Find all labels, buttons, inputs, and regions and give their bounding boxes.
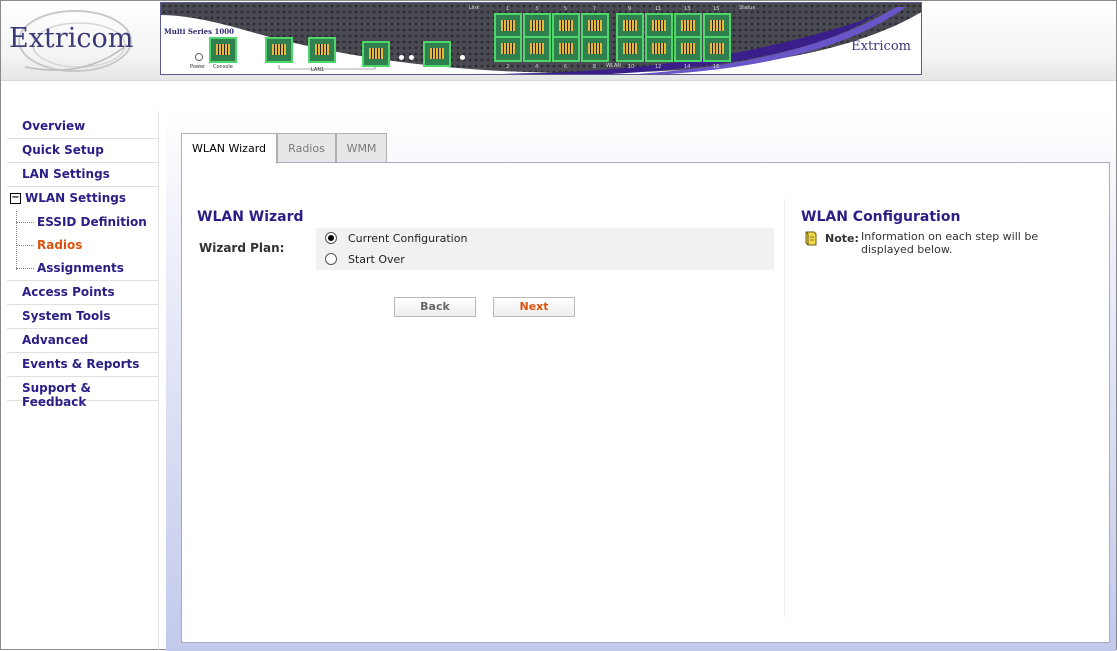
sidebar-item-events-reports[interactable]: Events & Reports: [7, 353, 159, 377]
wlan-port-6-icon: [552, 36, 580, 62]
sidebar-divider: [158, 111, 159, 651]
power-led-icon: [195, 53, 203, 61]
radio-current-configuration[interactable]: [325, 232, 337, 244]
sidebar-item-label: Advanced: [22, 333, 89, 347]
option-label: Start Over: [348, 253, 405, 266]
column-divider: [784, 199, 785, 617]
sidebar-item-radios[interactable]: Radios: [7, 234, 159, 257]
device-brand-label: Extricom: [851, 39, 911, 54]
wlan-port-2-icon: [494, 36, 522, 62]
sidebar-item-label: Radios: [37, 238, 83, 252]
wizard-panel: WLAN Wizard Wizard Plan: Current Configu…: [181, 162, 1110, 643]
port-number-label: 12: [655, 64, 662, 70]
port-number-label: 8: [593, 64, 597, 70]
extricom-logo: Extricom: [5, 5, 135, 77]
status-label: Status: [739, 5, 755, 11]
link-label: Link: [469, 5, 480, 11]
option-label: Current Configuration: [348, 232, 468, 245]
status-port-icon: [423, 41, 451, 67]
port-number-label: 2: [506, 64, 510, 70]
back-button[interactable]: Back: [394, 297, 476, 317]
note-text: Information on each step will be display…: [861, 230, 1039, 256]
sidebar-item-label: WLAN Settings: [25, 191, 127, 205]
port-number-label: 15: [713, 6, 720, 12]
sidebar-item-essid-definition[interactable]: ESSID Definition: [7, 211, 159, 234]
tab-radios[interactable]: Radios: [277, 133, 336, 163]
port-number-label: 14: [684, 64, 691, 70]
tree-connector: [16, 245, 34, 246]
note-book-icon: [805, 231, 817, 246]
lan1-label: LAN1: [311, 67, 325, 73]
lan-port-icon: [265, 37, 293, 63]
wizard-plan-label: Wizard Plan:: [199, 241, 285, 255]
lan-port-icon: [308, 37, 336, 63]
sidebar-item-advanced[interactable]: Advanced: [7, 329, 159, 353]
sidebar-item-overview[interactable]: Overview: [7, 115, 159, 139]
sidebar-subtree-wlan: ESSID Definition Radios Assignments: [7, 211, 159, 281]
port-number-label: 4: [535, 64, 539, 70]
sidebar-item-label: Assignments: [37, 261, 124, 275]
sidebar-item-label: Events & Reports: [22, 357, 140, 371]
wizard-title: WLAN Wizard: [197, 209, 304, 225]
logo-text: Extricom: [9, 23, 134, 54]
port-number-label: 16: [713, 64, 720, 70]
status-led-icon: [347, 55, 352, 60]
wlan-port-4-icon: [523, 36, 551, 62]
status-led-icon: [399, 55, 404, 60]
port-number-label: 10: [628, 64, 635, 70]
port-number-label: 11: [655, 6, 662, 12]
sidebar-item-support-feedback[interactable]: Support & Feedback: [7, 377, 159, 409]
power-label: Power: [190, 64, 206, 70]
status-led-icon: [409, 55, 414, 60]
option-current-configuration[interactable]: Current Configuration: [316, 228, 774, 249]
sidebar-item-assignments[interactable]: Assignments: [7, 257, 159, 281]
sidebar-item-label: Overview: [22, 119, 86, 133]
tree-connector: [16, 222, 34, 223]
sidebar-item-label: Support & Feedback: [22, 381, 91, 409]
sidebar-item-wlan-settings[interactable]: − WLAN Settings: [7, 187, 159, 211]
wlan-label: WLAN: [606, 63, 622, 69]
wlan-port-10-icon: [616, 36, 644, 62]
port-number-label: 9: [628, 6, 632, 12]
port-number-label: 13: [684, 6, 691, 12]
sidebar-item-label: System Tools: [22, 309, 111, 323]
next-button[interactable]: Next: [493, 297, 575, 317]
wlan-port-12-icon: [645, 36, 673, 62]
sidebar-item-access-points[interactable]: Access Points: [7, 281, 159, 305]
header: Extricom Multi Series 1000 Extricom Powe…: [1, 1, 1116, 81]
port-number-label: 5: [564, 6, 568, 12]
console-port-icon: [209, 37, 237, 63]
sidebar-item-lan-settings[interactable]: LAN Settings: [7, 163, 159, 187]
port-number-label: 3: [535, 6, 539, 12]
port-number-label: 6: [564, 64, 568, 70]
option-start-over[interactable]: Start Over: [316, 249, 774, 270]
device-panel: Multi Series 1000 Extricom Power Console…: [160, 2, 922, 75]
tab-wlan-wizard[interactable]: WLAN Wizard: [181, 133, 277, 164]
console-label: Console: [213, 64, 233, 70]
sidebar-item-quick-setup[interactable]: Quick Setup: [7, 139, 159, 163]
device-model-label: Multi Series 1000: [164, 27, 234, 36]
lan-port-icon: [362, 41, 390, 67]
sidebar-item-system-tools[interactable]: System Tools: [7, 305, 159, 329]
wlan-port-14-icon: [674, 36, 702, 62]
tree-connector: [16, 268, 34, 269]
port-number-label: 1: [506, 6, 510, 12]
radio-start-over[interactable]: [325, 253, 337, 265]
status-led-icon: [460, 55, 465, 60]
wlan-port-16-icon: [703, 36, 731, 62]
sidebar-item-label: Access Points: [22, 285, 115, 299]
sidebar-item-label: LAN Settings: [22, 167, 110, 181]
note-label: Note:: [825, 232, 859, 245]
collapse-toggle-icon[interactable]: −: [10, 193, 21, 204]
sidebar-nav: Overview Quick Setup LAN Settings − WLAN…: [7, 115, 159, 409]
port-number-label: 7: [593, 6, 597, 12]
tab-wmm[interactable]: WMM: [336, 133, 387, 163]
sidebar-item-label: Quick Setup: [22, 143, 104, 157]
sidebar-item-label: ESSID Definition: [37, 215, 147, 229]
config-title: WLAN Configuration: [801, 209, 961, 225]
wlan-port-8-icon: [581, 36, 609, 62]
